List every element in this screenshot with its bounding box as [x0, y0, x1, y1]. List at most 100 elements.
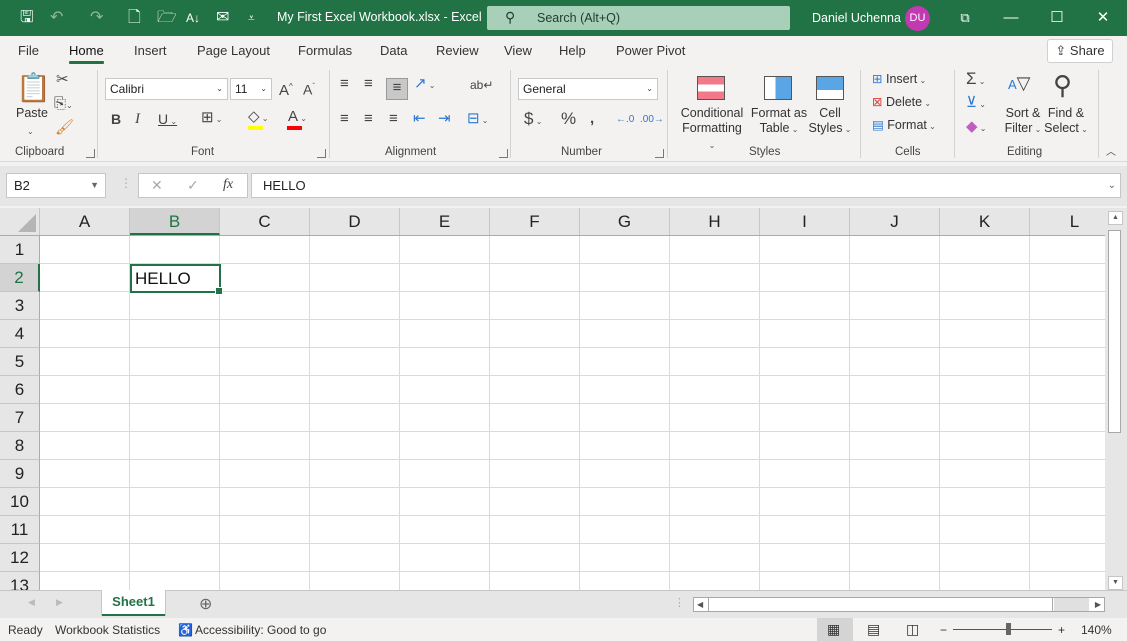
paste-dropdown-icon[interactable]: ⌄ — [27, 124, 34, 139]
row-header-1[interactable]: 1 — [0, 236, 40, 264]
tab-file[interactable]: File — [18, 43, 39, 58]
row-header-8[interactable]: 8 — [0, 432, 40, 460]
formula-input[interactable]: HELLO ⌄ — [251, 173, 1121, 198]
save-icon[interactable]: 🖫 — [20, 8, 34, 28]
tab-home[interactable]: Home — [69, 43, 104, 64]
bold-icon[interactable]: B — [111, 110, 121, 128]
format-as-table-button[interactable]: Format as Table ⌄ — [750, 106, 808, 137]
increase-indent-icon[interactable]: ⇥ — [438, 110, 451, 128]
cell-styles-icon[interactable] — [816, 76, 844, 100]
zoom-slider-track[interactable] — [953, 629, 1052, 630]
insert-function-icon[interactable]: fx — [223, 177, 233, 193]
scroll-down-button[interactable]: ▼ — [1108, 576, 1123, 590]
name-box[interactable]: B2 ▼ — [6, 173, 106, 198]
column-header-b[interactable]: B — [130, 208, 220, 235]
open-folder-icon[interactable]: 🗁 — [157, 8, 177, 28]
collapse-ribbon-icon[interactable]: ︿ — [1106, 144, 1116, 162]
row-header-13[interactable]: 13 — [0, 572, 40, 590]
find-select-button[interactable]: Find & Select ⌄ — [1044, 106, 1088, 137]
column-header-i[interactable]: I — [760, 208, 850, 235]
cancel-icon[interactable]: ✕ — [151, 177, 163, 194]
italic-icon[interactable]: I — [135, 110, 140, 128]
fill-color-icon[interactable]: ◇ ⌄ — [248, 108, 268, 128]
font-color-icon[interactable]: A ⌄ — [288, 108, 307, 128]
ribbon-display-icon[interactable]: ⧉ — [942, 4, 988, 32]
copy-icon[interactable]: ⎘⌄ — [54, 95, 73, 115]
fill-icon[interactable]: ⊻ ⌄ — [966, 94, 986, 114]
column-header-f[interactable]: F — [490, 208, 580, 235]
column-header-j[interactable]: J — [850, 208, 940, 235]
underline-icon[interactable]: U ⌄ — [158, 110, 177, 131]
new-sheet-icon[interactable]: ⊕ — [199, 594, 212, 614]
paste-button[interactable]: Paste — [16, 106, 48, 121]
worksheet-grid[interactable]: ABCDEFGHIJKL 1 2 3 4 5 6 7 8 9 10 11 12 13 HELLO — [0, 208, 1105, 590]
bottom-align-icon[interactable]: ≡ — [386, 78, 408, 100]
search-box[interactable]: ⚲ Search (Alt+Q) — [487, 6, 790, 30]
next-sheet-icon[interactable]: ▶ — [56, 597, 63, 608]
email-icon[interactable]: ✉ — [216, 8, 229, 28]
tab-page-layout[interactable]: Page Layout — [197, 43, 270, 58]
row-header-12[interactable]: 12 — [0, 544, 40, 572]
new-file-icon[interactable]: 🗋 — [128, 8, 141, 28]
currency-icon[interactable]: $ ⌄ — [524, 110, 542, 131]
tab-review[interactable]: Review — [436, 43, 479, 58]
insert-cells-button[interactable]: ⊞ Insert ⌄ — [872, 72, 926, 88]
tab-power-pivot[interactable]: Power Pivot — [616, 43, 685, 58]
cell-styles-button[interactable]: Cell Styles ⌄ — [806, 106, 854, 137]
font-size-combo[interactable]: 11 ⌄ — [230, 78, 272, 100]
tab-help[interactable]: Help — [559, 43, 586, 58]
vertical-scrollbar[interactable]: ▲ ▼ — [1105, 208, 1127, 590]
tab-insert[interactable]: Insert — [134, 43, 167, 58]
percent-icon[interactable]: % — [561, 110, 576, 128]
align-right-icon[interactable]: ≡ — [389, 110, 398, 128]
page-layout-view-icon[interactable]: ▤ — [867, 621, 880, 638]
minimize-icon[interactable]: — — [988, 4, 1034, 32]
row-header-5[interactable]: 5 — [0, 348, 40, 376]
horizontal-scroll-track[interactable] — [1054, 598, 1089, 611]
row-header-2[interactable]: 2 — [0, 264, 40, 292]
sort-filter-button[interactable]: Sort & Filter ⌄ — [1002, 106, 1044, 137]
delete-cells-button[interactable]: ⊠ Delete ⌄ — [872, 95, 931, 111]
avatar[interactable]: DU — [905, 6, 930, 31]
cut-icon[interactable]: ✂ — [56, 71, 69, 89]
row-header-9[interactable]: 9 — [0, 460, 40, 488]
enter-icon[interactable]: ✓ — [187, 177, 199, 194]
zoom-in-button[interactable]: + — [1058, 623, 1065, 637]
row-header-4[interactable]: 4 — [0, 320, 40, 348]
conditional-formatting-button[interactable]: Conditional Formatting ⌄ — [678, 106, 746, 153]
decrease-font-icon[interactable]: Aˇ — [303, 78, 315, 99]
undo-icon[interactable]: ↶⌄ — [50, 8, 70, 30]
maximize-icon[interactable]: ☐ — [1034, 4, 1080, 32]
borders-icon[interactable]: ⊞ ⌄ — [201, 109, 223, 129]
row-header-11[interactable]: 11 — [0, 516, 40, 544]
increase-decimal-icon[interactable]: ←.0 — [616, 111, 634, 129]
scroll-right-button[interactable]: ▶ — [1095, 598, 1101, 611]
normal-view-button[interactable]: ▦ — [817, 618, 853, 641]
format-painter-icon[interactable]: 🖌 — [55, 119, 74, 137]
zoom-level[interactable]: 140% — [1081, 623, 1112, 637]
tab-view[interactable]: View — [504, 43, 532, 58]
format-as-table-icon[interactable] — [764, 76, 792, 100]
column-header-c[interactable]: C — [220, 208, 310, 235]
align-left-icon[interactable]: ≡ — [340, 110, 349, 128]
tab-data[interactable]: Data — [380, 43, 407, 58]
column-header-e[interactable]: E — [400, 208, 490, 235]
row-header-10[interactable]: 10 — [0, 488, 40, 516]
font-name-combo[interactable]: Calibri ⌄ — [105, 78, 228, 100]
column-header-k[interactable]: K — [940, 208, 1030, 235]
merge-center-icon[interactable]: ⊟ ⌄ — [467, 110, 489, 130]
accessibility-status[interactable]: Accessibility: Good to go — [195, 623, 326, 637]
sort-az-icon[interactable]: A↓ — [186, 8, 200, 28]
horizontal-scroll-thumb[interactable] — [708, 598, 1053, 611]
horizontal-scrollbar[interactable]: ◀ ▶ — [693, 597, 1105, 612]
expand-formula-icon[interactable]: ⌄ — [1108, 174, 1116, 197]
alignment-launcher-icon[interactable] — [499, 149, 508, 158]
column-header-a[interactable]: A — [40, 208, 130, 235]
number-launcher-icon[interactable] — [655, 149, 664, 158]
column-header-d[interactable]: D — [310, 208, 400, 235]
scroll-left-button[interactable]: ◀ — [697, 598, 703, 611]
clipboard-launcher-icon[interactable] — [86, 149, 95, 158]
row-header-3[interactable]: 3 — [0, 292, 40, 320]
select-all-button[interactable] — [0, 208, 40, 235]
conditional-formatting-icon[interactable] — [697, 76, 725, 100]
